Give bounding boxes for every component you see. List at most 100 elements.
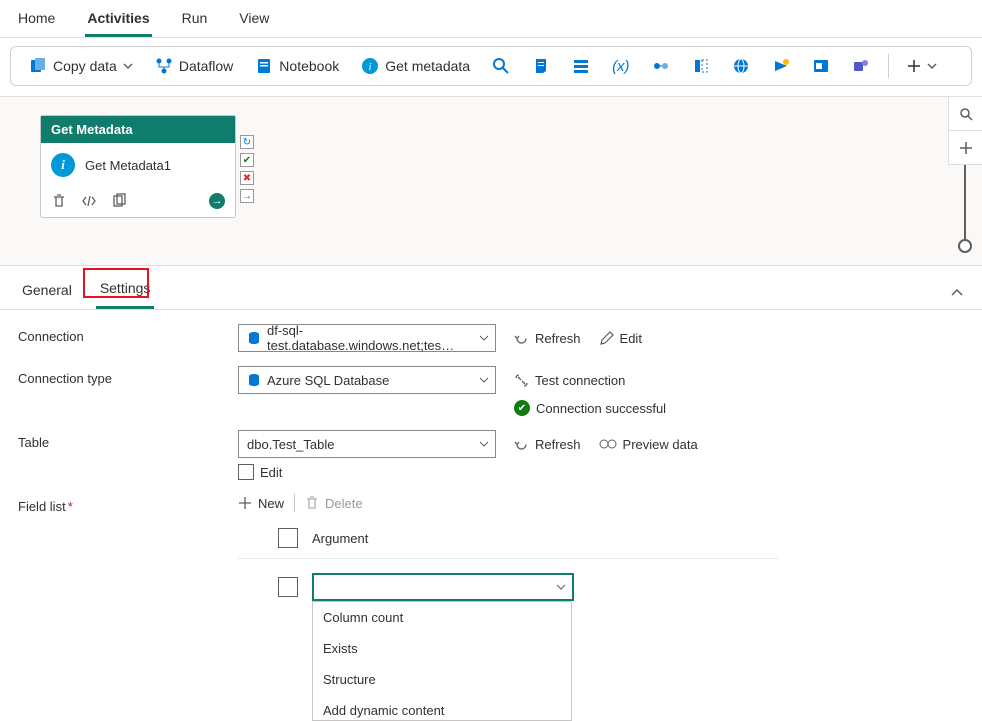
database-icon: [247, 373, 261, 387]
connection-type-value: Azure SQL Database: [267, 373, 389, 388]
teams-icon: [852, 57, 870, 75]
connector-success[interactable]: ✔: [240, 153, 254, 167]
get-metadata-icon: i: [361, 57, 379, 75]
activity-node[interactable]: Get Metadata i Get Metadata1 →: [40, 115, 236, 218]
tab-run[interactable]: Run: [180, 6, 210, 37]
argument-option-dynamic[interactable]: Add dynamic content: [313, 695, 571, 721]
connection-dropdown[interactable]: df-sql-test.database.windows.net;tes…: [238, 324, 496, 352]
tab-settings[interactable]: Settings: [96, 276, 155, 309]
list-button[interactable]: [564, 53, 598, 79]
chevron-down-icon: [123, 61, 133, 71]
tab-home[interactable]: Home: [16, 6, 57, 37]
collapse-panel-button[interactable]: [950, 286, 964, 300]
code-icon[interactable]: [81, 193, 97, 209]
web-icon: [732, 57, 750, 75]
connection-label: Connection: [18, 324, 238, 344]
webhook-icon: [772, 57, 790, 75]
svg-text:i: i: [369, 61, 372, 73]
dataflow-icon: [155, 57, 173, 75]
chevron-down-icon: [479, 439, 489, 449]
list-icon: [572, 57, 590, 75]
preview-data-button[interactable]: Preview data: [599, 437, 698, 452]
argument-option[interactable]: Exists: [313, 633, 571, 664]
run-arrow-icon[interactable]: →: [209, 193, 225, 209]
connector-fail[interactable]: ✖: [240, 171, 254, 185]
activity-toolbar: Copy data Dataflow Notebook i Get metada…: [10, 46, 972, 86]
table-label: Table: [18, 430, 238, 450]
delete-icon[interactable]: [51, 193, 67, 209]
refresh-icon: [514, 331, 529, 346]
pipeline-canvas[interactable]: Get Metadata i Get Metadata1 → ↻ ✔ ✖ →: [0, 96, 982, 266]
select-all-checkbox[interactable]: [278, 528, 298, 548]
outlook-icon: [812, 57, 830, 75]
get-metadata-label: Get metadata: [385, 58, 470, 74]
test-connection-icon: [514, 373, 529, 388]
notebook-label: Notebook: [279, 58, 339, 74]
refresh-icon: [514, 437, 529, 452]
argument-column-header: Argument: [312, 531, 368, 546]
activity-node-title: Get Metadata: [41, 116, 235, 143]
delete-field-button[interactable]: Delete: [305, 496, 363, 511]
copy-data-button[interactable]: Copy data: [21, 53, 141, 79]
plus-icon: [238, 496, 252, 510]
edit-connection-button[interactable]: Edit: [599, 331, 642, 346]
edit-table-checkbox[interactable]: [238, 464, 254, 480]
connection-value: df-sql-test.database.windows.net;tes…: [267, 323, 471, 353]
search-icon: [492, 57, 510, 75]
row-checkbox[interactable]: [278, 577, 298, 597]
lookup-button[interactable]: [644, 53, 678, 79]
dataflow-label: Dataflow: [179, 58, 233, 74]
search-button[interactable]: [484, 53, 518, 79]
argument-dropdown-list: Column count Exists Structure Add dynami…: [312, 601, 572, 721]
canvas-add-button[interactable]: [948, 131, 982, 165]
script-icon: [532, 57, 550, 75]
argument-select[interactable]: [312, 573, 574, 601]
copy-icon[interactable]: [111, 193, 127, 209]
zoom-slider-handle[interactable]: [958, 239, 972, 253]
connection-status: ✔ Connection successful: [514, 400, 666, 416]
plus-icon: [907, 59, 921, 73]
script-button[interactable]: [524, 53, 558, 79]
until-button[interactable]: [684, 53, 718, 79]
chevron-down-icon: [556, 582, 566, 592]
copy-data-icon: [29, 57, 47, 75]
until-icon: [692, 57, 710, 75]
field-list-label: Field list*: [18, 494, 238, 514]
teams-button[interactable]: [844, 53, 878, 79]
webhook-button[interactable]: [764, 53, 798, 79]
tab-general[interactable]: General: [18, 278, 76, 308]
table-dropdown[interactable]: dbo.Test_Table: [238, 430, 496, 458]
refresh-table-button[interactable]: Refresh: [514, 437, 581, 452]
new-field-button[interactable]: New: [238, 496, 284, 511]
lookup-icon: [652, 57, 670, 75]
notebook-button[interactable]: Notebook: [247, 53, 347, 79]
settings-form: Connection df-sql-test.database.windows.…: [0, 310, 982, 629]
notebook-icon: [255, 57, 273, 75]
connection-type-dropdown[interactable]: Azure SQL Database: [238, 366, 496, 394]
add-activity-button[interactable]: [899, 55, 945, 77]
outlook-button[interactable]: [804, 53, 838, 79]
toolbar-separator: [888, 54, 889, 78]
connector-loop[interactable]: ↻: [240, 135, 254, 149]
top-tabs: Home Activities Run View: [0, 0, 982, 38]
action-divider: [294, 494, 295, 512]
variable-button[interactable]: (x): [604, 54, 638, 79]
get-metadata-button[interactable]: i Get metadata: [353, 53, 478, 79]
edit-icon: [599, 331, 614, 346]
database-icon: [247, 331, 261, 345]
canvas-controls: [948, 97, 982, 165]
argument-option[interactable]: Column count: [313, 602, 571, 633]
chevron-down-icon: [479, 375, 489, 385]
dataflow-button[interactable]: Dataflow: [147, 53, 241, 79]
test-connection-button[interactable]: Test connection: [514, 373, 625, 388]
chevron-down-icon: [927, 61, 937, 71]
web-button[interactable]: [724, 53, 758, 79]
copy-data-label: Copy data: [53, 58, 117, 74]
connector-skip[interactable]: →: [240, 189, 254, 203]
zoom-slider-track[interactable]: [964, 165, 966, 241]
canvas-search-button[interactable]: [948, 97, 982, 131]
argument-option[interactable]: Structure: [313, 664, 571, 695]
tab-activities[interactable]: Activities: [85, 6, 151, 37]
tab-view[interactable]: View: [237, 6, 271, 37]
refresh-connection-button[interactable]: Refresh: [514, 331, 581, 346]
